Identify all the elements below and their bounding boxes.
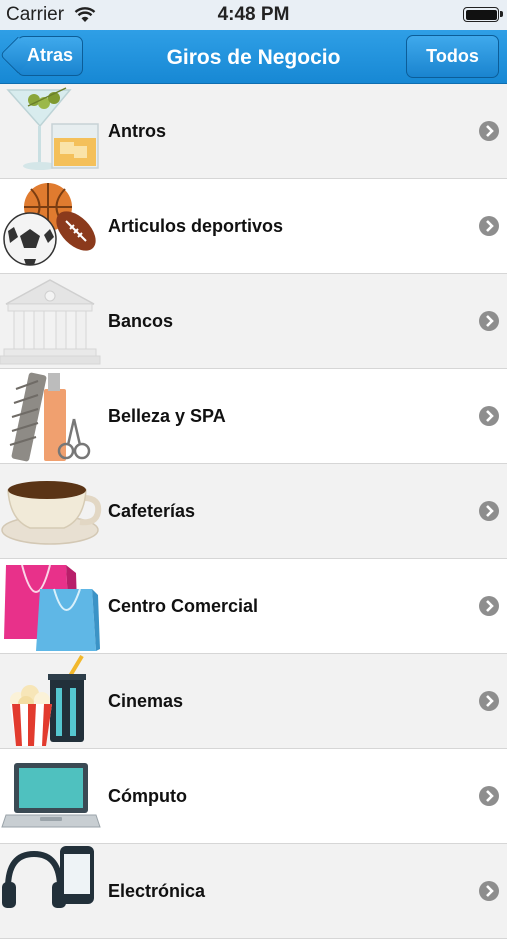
list-item[interactable]: Bancos <box>0 274 507 369</box>
list-item[interactable]: Articulos deportivos <box>0 179 507 274</box>
status-bar: Carrier 4:48 PM <box>0 0 507 30</box>
bank-building-icon <box>0 279 101 365</box>
list-item-label: Cinemas <box>108 691 184 711</box>
list-item-label: Antros <box>108 121 166 141</box>
popcorn-drink-icon <box>10 654 86 746</box>
chevron-right-icon <box>479 501 499 521</box>
list-item-label: Articulos deportivos <box>108 216 284 236</box>
list-item[interactable]: Cómputo <box>0 749 507 844</box>
shopping-bags-icon <box>4 564 100 651</box>
list-item[interactable]: Cafeterías <box>0 464 507 559</box>
chevron-right-icon <box>479 216 499 236</box>
category-list: Antros Articulos deportivos Bancos Belle… <box>0 84 507 939</box>
list-item-label: Bancos <box>108 311 174 331</box>
sports-balls-icon <box>3 183 96 266</box>
chevron-right-icon <box>479 406 499 426</box>
list-item[interactable]: Centro Comercial <box>0 559 507 654</box>
all-button[interactable]: Todos <box>406 35 499 78</box>
list-item[interactable]: Antros <box>0 84 507 179</box>
chevron-right-icon <box>479 121 499 141</box>
list-item-label: Centro Comercial <box>108 596 259 616</box>
list-item-label: Belleza y SPA <box>108 406 226 426</box>
laptop-icon <box>1 763 101 828</box>
status-time: 4:48 PM <box>217 4 290 25</box>
chevron-right-icon <box>479 596 499 616</box>
chevron-right-icon <box>479 786 499 806</box>
beauty-tools-icon <box>9 372 91 462</box>
cocktail-glasses-icon <box>6 87 99 170</box>
coffee-cup-icon <box>1 481 102 545</box>
list-item[interactable]: Electrónica <box>0 844 507 939</box>
headphones-phone-icon <box>2 846 94 908</box>
list-item-label: Cómputo <box>108 786 187 806</box>
battery-icon <box>463 7 503 22</box>
list-item-label: Electrónica <box>108 881 206 901</box>
list-item[interactable]: Cinemas <box>0 654 507 749</box>
list-item-label: Cafeterías <box>108 501 196 521</box>
chevron-right-icon <box>479 311 499 331</box>
navigation-bar: Atras Giros de Negocio Todos <box>0 30 507 84</box>
list-item[interactable]: Belleza y SPA <box>0 369 507 464</box>
chevron-right-icon <box>479 691 499 711</box>
chevron-right-icon <box>479 881 499 901</box>
